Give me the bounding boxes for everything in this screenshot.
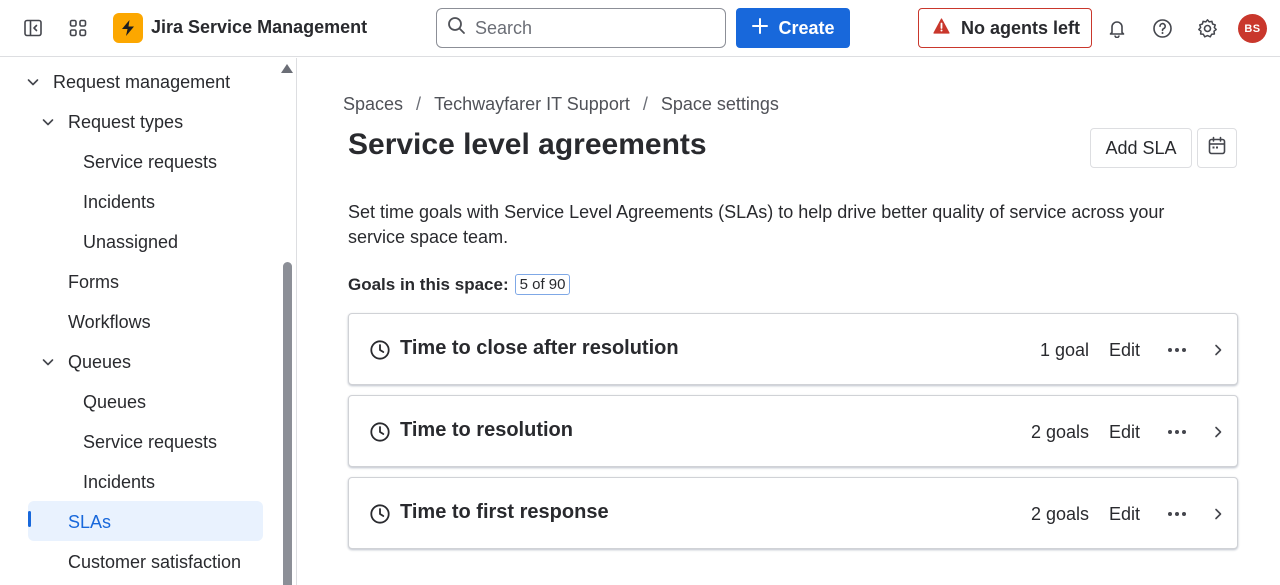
chevron-right-icon[interactable] [1211,342,1225,358]
sidebar: Request management Request types Service… [0,58,297,585]
help-icon[interactable] [1148,14,1176,42]
breadcrumb-separator: / [642,94,648,114]
bell-icon[interactable] [1103,14,1131,42]
sidebar-active-indicator [28,511,31,527]
sidebar-item-workflows[interactable]: Workflows [68,302,151,342]
sidebar-item-forms[interactable]: Forms [68,262,119,302]
sidebar-toggle-icon[interactable] [19,14,47,42]
sla-goal-count: 2 goals [1030,422,1089,442]
goals-summary: Goals in this space: 5 of 90 [348,274,571,295]
sidebar-active-highlight [28,501,263,541]
create-button[interactable]: Create [736,8,850,48]
goals-count-badge: 5 of 90 [514,274,571,295]
gear-icon[interactable] [1193,14,1221,42]
sla-edit-link[interactable]: Edit [1109,504,1140,525]
sidebar-item-incidents[interactable]: Incidents [83,182,155,222]
sidebar-item-queues-group[interactable]: Queues [68,342,131,382]
sidebar-item-queues[interactable]: Queues [83,382,146,422]
breadcrumb-separator: / [416,94,422,114]
sla-row[interactable]: Time to first response 2 goals Edit [348,477,1238,549]
create-button-label: Create [778,17,835,38]
goals-label: Goals in this space: [348,274,509,294]
sidebar-item-service-requests[interactable]: Service requests [83,142,217,182]
more-options-icon[interactable] [1165,422,1189,442]
sla-row[interactable]: Time to close after resolution 1 goal Ed… [348,313,1238,385]
plus-icon [751,17,769,40]
sla-goal-count: 1 goal [1039,340,1089,360]
top-navigation-bar: Jira Service Management Search Create No… [0,0,1280,57]
avatar[interactable]: BS [1238,14,1267,43]
no-agents-left-label: No agents left [961,17,1081,38]
search-input[interactable]: Search [436,8,726,48]
sidebar-item-unassigned[interactable]: Unassigned [83,222,178,262]
search-placeholder: Search [475,17,533,38]
chevron-right-icon[interactable] [1211,424,1225,440]
sidebar-item-request-management[interactable]: Request management [53,62,230,102]
sla-edit-link[interactable]: Edit [1109,340,1140,361]
sidebar-item-slas[interactable]: SLAs [68,502,111,542]
breadcrumb-space[interactable]: Techwayfarer IT Support [434,94,630,115]
add-sla-button[interactable]: Add SLA [1090,128,1192,168]
sidebar-item-queue-incidents[interactable]: Incidents [83,462,155,502]
scroll-up-arrow[interactable] [281,64,293,73]
clock-icon [369,421,391,443]
app-switcher-icon[interactable] [64,14,92,42]
sla-row[interactable]: Time to resolution 2 goals Edit [348,395,1238,467]
sla-goal-count: 2 goals [1030,504,1089,524]
app-name[interactable]: Jira Service Management [151,17,367,38]
sidebar-item-request-types[interactable]: Request types [68,102,183,142]
breadcrumb-space-settings[interactable]: Space settings [661,94,779,115]
search-icon [447,16,466,40]
more-options-icon[interactable] [1165,340,1189,360]
chevron-right-icon[interactable] [1211,506,1225,522]
breadcrumb: Spaces / Techwayfarer IT Support / Space… [343,94,779,115]
scrollbar-thumb[interactable] [283,262,292,585]
chevron-down-icon[interactable] [40,354,56,370]
chevron-down-icon[interactable] [40,114,56,130]
calendar-icon [1207,136,1227,161]
breadcrumb-spaces[interactable]: Spaces [343,94,403,115]
sidebar-item-queue-service-requests[interactable]: Service requests [83,422,217,462]
more-options-icon[interactable] [1165,504,1189,524]
calendar-button[interactable] [1197,128,1237,168]
lightning-icon[interactable] [113,13,143,43]
clock-icon [369,339,391,361]
sla-name: Time to close after resolution [400,337,679,359]
sla-name: Time to resolution [400,419,573,441]
page-title: Service level agreements [348,128,707,161]
chevron-down-icon[interactable] [25,74,41,90]
no-agents-left-button[interactable]: No agents left [918,8,1092,48]
sla-name: Time to first response [400,501,609,523]
warning-icon [933,17,950,39]
sidebar-item-customer-satisfaction[interactable]: Customer satisfaction [68,542,241,582]
sla-edit-link[interactable]: Edit [1109,422,1140,443]
clock-icon [369,503,391,525]
page-description: Set time goals with Service Level Agreem… [348,202,1165,247]
